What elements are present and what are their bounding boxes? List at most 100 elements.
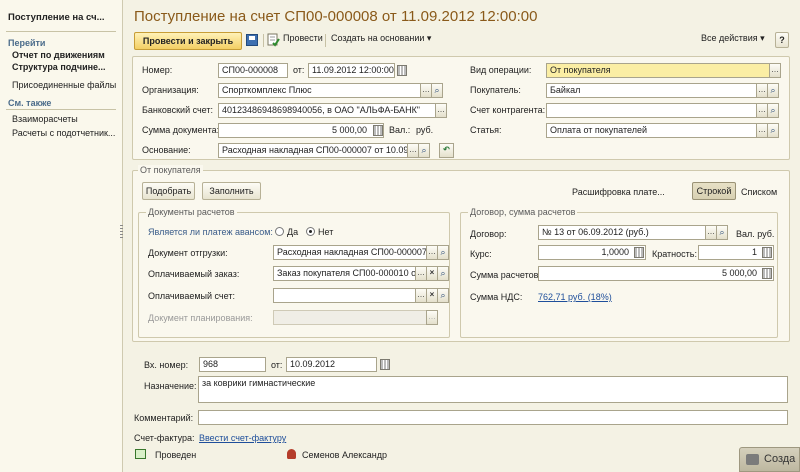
incoming-number-label: Вх. номер:	[144, 360, 189, 370]
number-label: Номер:	[142, 65, 173, 75]
incoming-date-from-label: от:	[271, 360, 283, 370]
sidebar-item-movements-report[interactable]: Отчет по движениям	[0, 48, 122, 60]
post-button[interactable]: Провести	[283, 33, 323, 43]
create-based-on-label: Создать на основании	[331, 33, 425, 43]
splitter-handle[interactable]	[120, 225, 123, 239]
refill-from-basis-icon[interactable]: ↶	[439, 143, 454, 158]
purpose-textarea[interactable]: за коврики гимнастические	[198, 376, 788, 403]
incoming-date-field[interactable]: 10.09.2012	[286, 357, 377, 372]
select-button: …	[426, 310, 438, 325]
advance-no-radio[interactable]	[306, 227, 315, 236]
calculator-icon[interactable]	[373, 125, 383, 136]
settlement-sum-label: Сумма расчетов:	[470, 270, 541, 280]
divider	[325, 34, 326, 47]
purpose-label: Назначение:	[144, 381, 197, 391]
from-buyer-title: От покупателя	[138, 165, 203, 175]
buyer-label: Покупатель:	[470, 85, 521, 95]
select-button[interactable]: …	[769, 63, 781, 78]
sidebar-item-subordination-structure[interactable]: Структура подчине...	[0, 60, 122, 72]
contractor-account-field[interactable]	[546, 103, 757, 118]
paid-order-field[interactable]: Заказ покупателя СП00-000010 о	[273, 266, 416, 281]
operation-type-field[interactable]: От покупателя	[546, 63, 770, 78]
shipment-document-field[interactable]: Расходная накладная СП00-000007 о	[273, 245, 427, 260]
number-field[interactable]: СП00-000008	[218, 63, 288, 78]
basis-label: Основание:	[142, 145, 191, 155]
enter-invoice-link[interactable]: Ввести счет-фактуру	[199, 433, 286, 443]
rate-field[interactable]: 1,0000	[538, 245, 646, 260]
create-popup-tab[interactable]: Созда	[739, 447, 800, 472]
post-and-close-button[interactable]: Провести и закрыть	[134, 32, 242, 50]
calendar-icon[interactable]	[397, 65, 407, 76]
calculator-icon[interactable]	[762, 247, 772, 258]
post-document-icon[interactable]	[267, 33, 280, 47]
planning-document-field	[273, 310, 427, 325]
search-icon[interactable]: ⌕	[767, 103, 779, 118]
settlement-sum-field[interactable]: 5 000,00	[538, 266, 774, 281]
date-from-label: от:	[293, 65, 305, 75]
divider	[263, 34, 264, 47]
pick-button[interactable]: Подобрать	[142, 182, 195, 200]
chevron-down-icon: ▾	[760, 33, 765, 43]
create-based-on-menu[interactable]: Создать на основании ▾	[331, 33, 431, 44]
buyer-field[interactable]: Байкал	[546, 83, 757, 98]
document-date-field[interactable]: 11.09.2012 12:00:00	[308, 63, 395, 78]
is-advance-label: Является ли платеж авансом:	[148, 227, 273, 237]
search-icon[interactable]: ⌕	[767, 83, 779, 98]
save-icon[interactable]	[246, 34, 258, 46]
incoming-number-field[interactable]: 968	[199, 357, 266, 372]
select-button[interactable]: …	[435, 103, 447, 118]
payment-breakdown-label: Расшифровка плате...	[572, 187, 665, 197]
comment-field[interactable]	[198, 410, 788, 425]
search-icon[interactable]: ⌕	[437, 245, 449, 260]
chevron-down-icon: ▾	[426, 33, 432, 43]
sidebar-document-title[interactable]: Поступление на сч...	[0, 0, 122, 23]
bank-account-field[interactable]: 40123486948698940056, в ОАО "АЛЬФА-БАНК"	[218, 103, 436, 118]
basis-field[interactable]: Расходная накладная СП00-000007 от 10.09…	[218, 143, 408, 158]
contract-field[interactable]: № 13 от 06.09.2012 (руб.)	[538, 225, 706, 240]
all-actions-label: Все действия	[701, 33, 758, 43]
document-sum-field[interactable]: 5 000,00	[218, 123, 384, 138]
article-field[interactable]: Оплата от покупателей	[546, 123, 757, 138]
by-list-toggle[interactable]: Списком	[741, 187, 777, 197]
advance-yes-radio[interactable]	[275, 227, 284, 236]
sidebar-item-accountable-settlements[interactable]: Расчеты с подотчетник...	[0, 124, 122, 138]
search-icon[interactable]: ⌕	[418, 143, 430, 158]
sidebar-item-mutual-settlements[interactable]: Взаиморасчеты	[0, 110, 122, 124]
by-row-toggle[interactable]: Строкой	[692, 182, 736, 200]
planning-document-label: Документ планирования:	[148, 313, 253, 323]
article-label: Статья:	[470, 125, 502, 135]
calculator-icon[interactable]	[634, 247, 644, 258]
calculator-icon[interactable]	[762, 268, 772, 279]
invoice-label: Счет-фактура:	[134, 433, 195, 443]
organization-field[interactable]: Спорткомплекс Плюс	[218, 83, 421, 98]
multiplicity-label: Кратность:	[652, 249, 697, 259]
header-panel: Номер: СП00-000008 от: 11.09.2012 12:00:…	[132, 56, 790, 160]
operation-type-label: Вид операции:	[470, 65, 532, 75]
calendar-icon[interactable]	[380, 359, 390, 370]
posted-status-label: Проведен	[155, 450, 197, 460]
search-icon[interactable]: ⌕	[767, 123, 779, 138]
search-icon[interactable]: ⌕	[716, 225, 728, 240]
toolbar: Провести и закрыть Провести Создать на о…	[134, 31, 794, 51]
help-button[interactable]: ?	[775, 32, 789, 48]
navigation-panel: Поступление на сч... Перейти Отчет по дв…	[0, 0, 123, 472]
comment-label: Комментарий:	[134, 413, 194, 423]
vat-sum-link[interactable]: 762,71 руб. (18%)	[538, 292, 612, 302]
rate-label: Курс:	[470, 249, 492, 259]
notification-icon	[746, 454, 759, 465]
vat-sum-label: Сумма НДС:	[470, 292, 523, 302]
bank-account-label: Банковский счет:	[142, 105, 214, 115]
advance-no-label: Нет	[318, 227, 334, 237]
all-actions-menu[interactable]: Все действия ▾	[701, 33, 765, 44]
sidebar-item-attached-files[interactable]: Присоединенные файлы	[0, 78, 122, 90]
paid-invoice-field[interactable]	[273, 288, 416, 303]
document-form: Поступление на счет СП00-000008 от 11.09…	[124, 0, 800, 472]
shipment-document-label: Документ отгрузки:	[148, 248, 228, 258]
author-label: Семенов Александр	[302, 450, 387, 460]
search-icon[interactable]: ⌕	[431, 83, 443, 98]
fill-button[interactable]: Заполнить	[202, 182, 261, 200]
contract-currency-label: Вал. руб.	[736, 229, 775, 239]
paid-order-label: Оплачиваемый заказ:	[148, 269, 240, 279]
search-icon[interactable]: ⌕	[437, 266, 449, 281]
search-icon[interactable]: ⌕	[437, 288, 449, 303]
